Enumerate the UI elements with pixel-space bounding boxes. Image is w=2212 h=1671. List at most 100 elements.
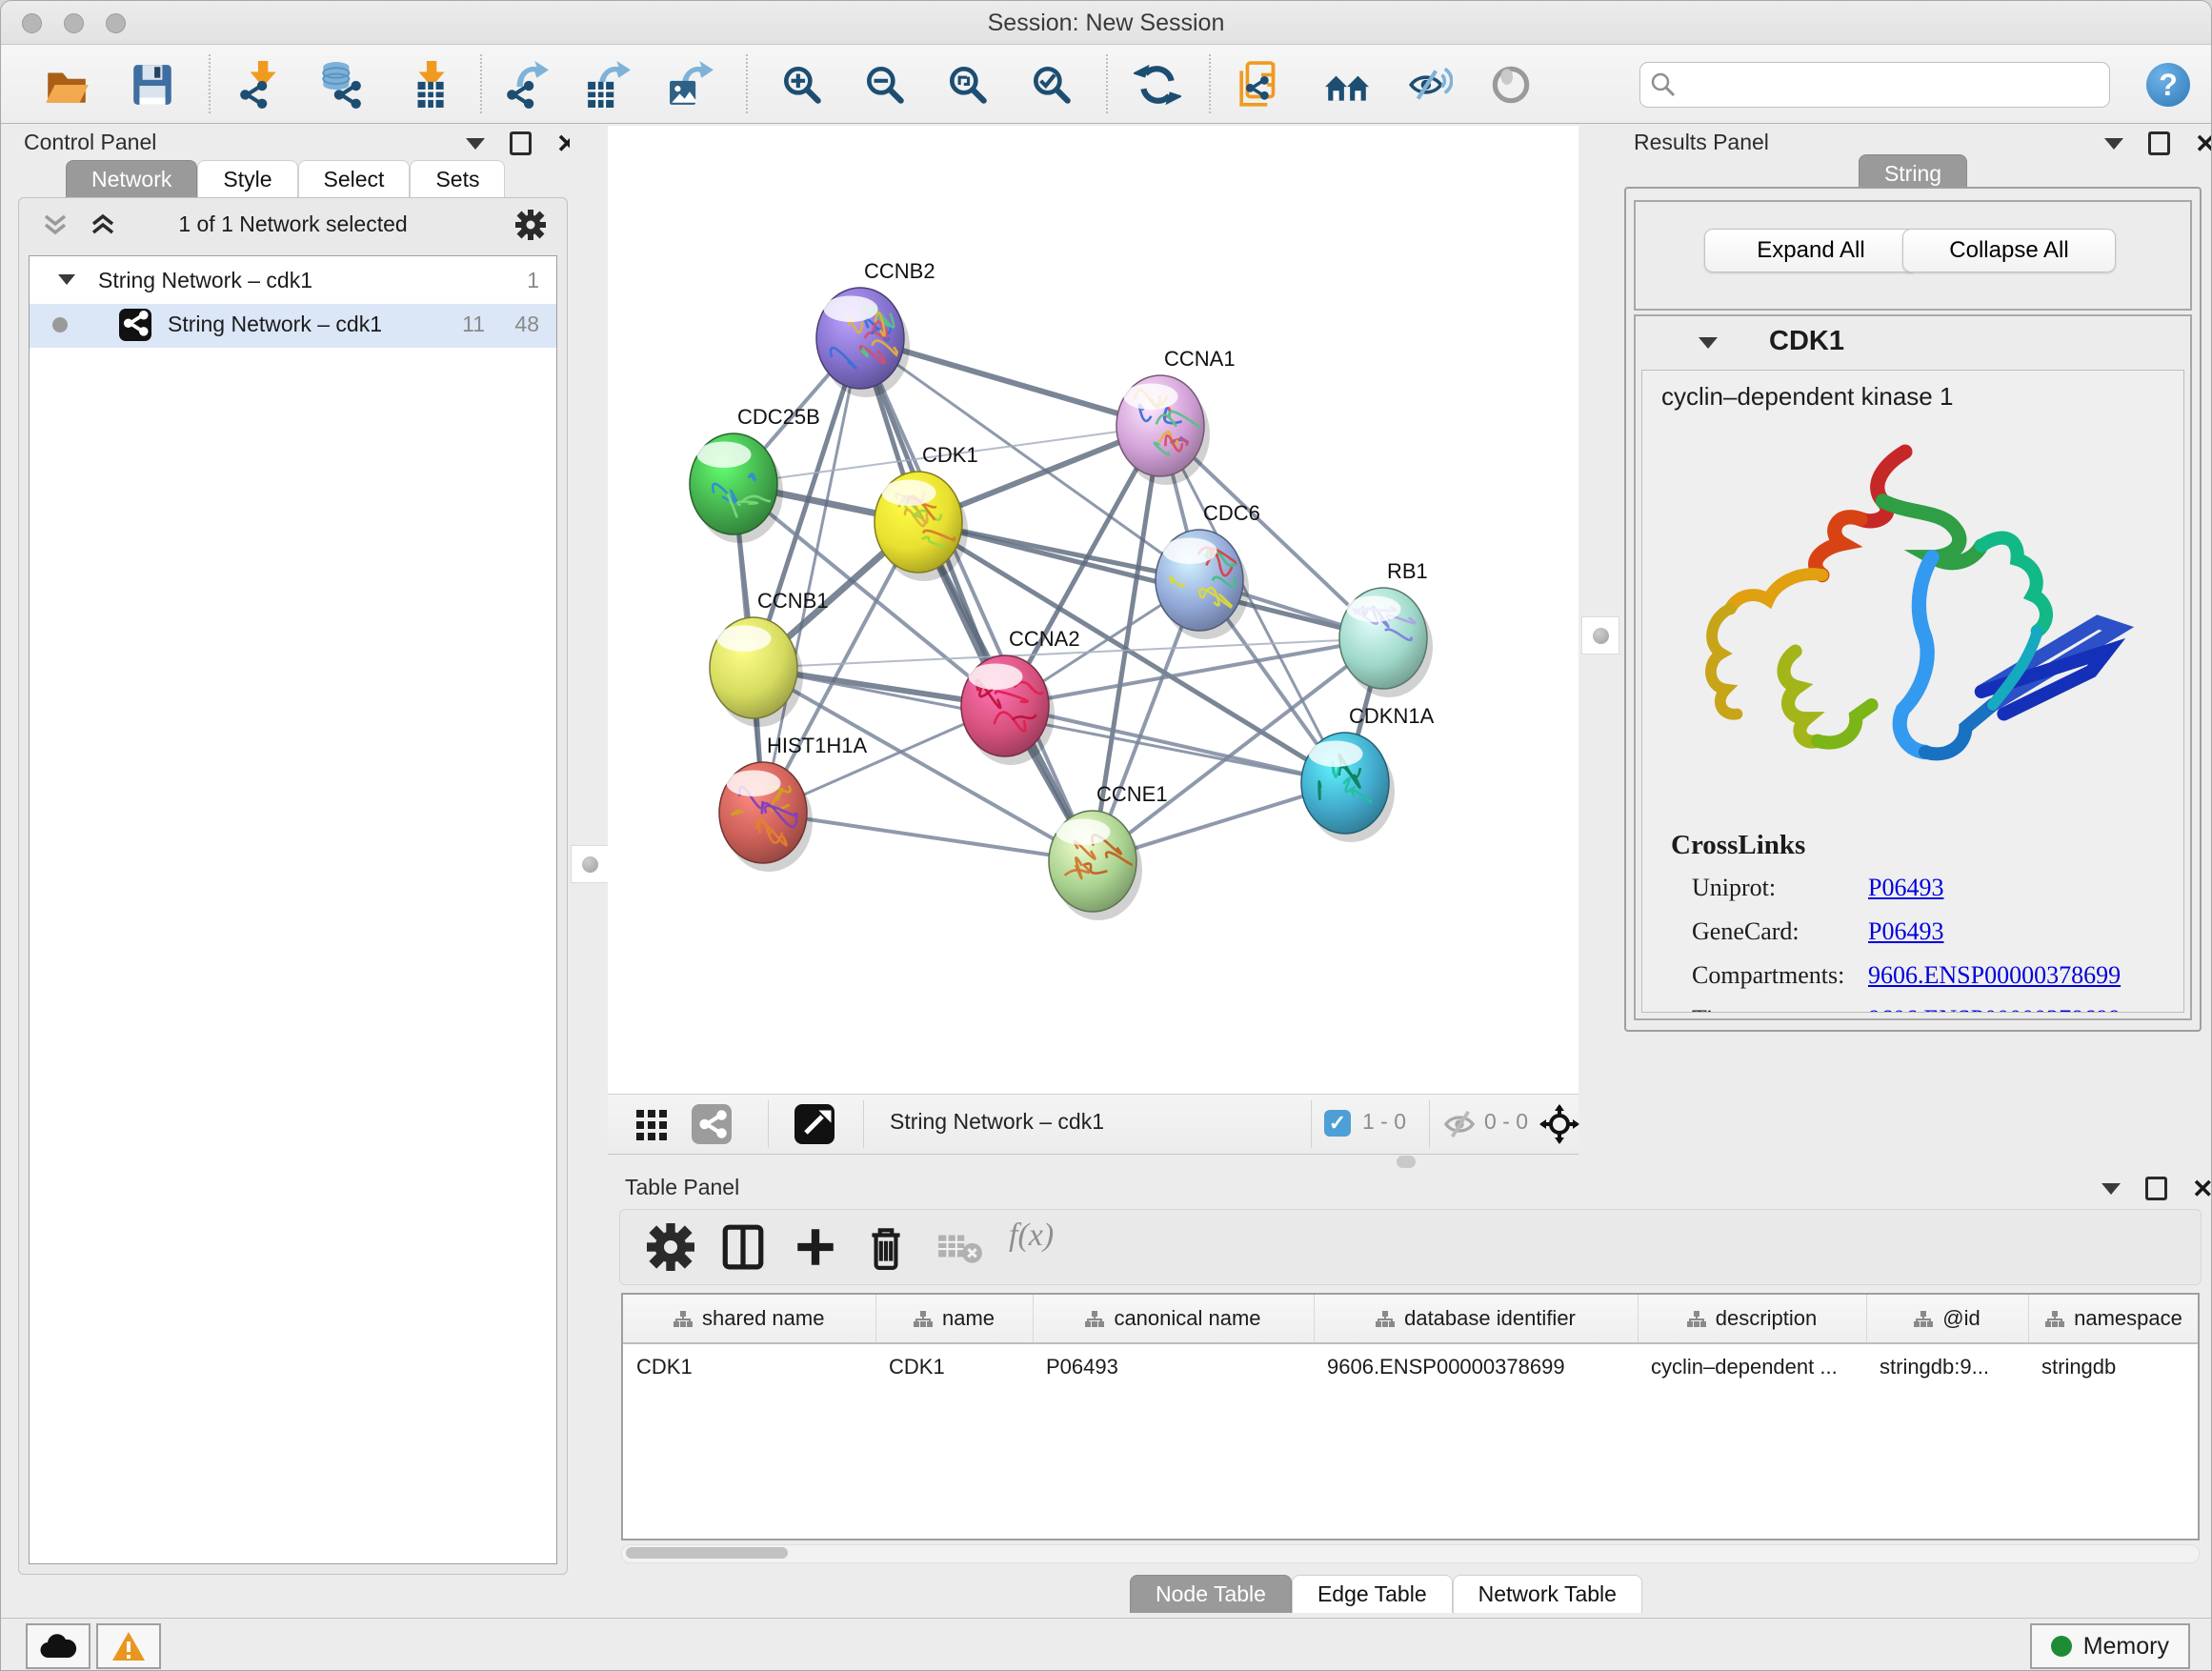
float-panel-icon[interactable]	[2104, 138, 2123, 150]
column-header-shared-name[interactable]: shared name	[623, 1295, 875, 1343]
grid-view-icon[interactable]	[634, 1108, 669, 1142]
table-row[interactable]: CDK1CDK1P064939606.ENSP00000378699cyclin…	[623, 1343, 2200, 1390]
close-panel-icon[interactable]: ✕	[2192, 1179, 2212, 1198]
gene-description: cyclin–dependent kinase 1	[1661, 382, 1953, 412]
edge-CCNA2-CDKN1A[interactable]	[1005, 706, 1345, 783]
right-splitter-handle[interactable]	[1581, 616, 1619, 654]
table-hscrollbar[interactable]	[621, 1544, 2200, 1563]
horizontal-splitter-handle[interactable]	[1397, 1156, 1416, 1168]
tab-network-table[interactable]: Network Table	[1453, 1575, 1642, 1613]
control-panel: Control Panel ✕ NetworkStyleSelectSets 1…	[10, 126, 568, 1575]
float-panel-icon[interactable]	[466, 138, 485, 150]
float-panel-icon[interactable]	[2101, 1183, 2121, 1195]
tab-node-table[interactable]: Node Table	[1130, 1575, 1292, 1613]
node-label: CCNE1	[1096, 782, 1168, 806]
delete-column-icon[interactable]	[862, 1223, 910, 1271]
maximize-panel-icon[interactable]	[2148, 131, 2170, 155]
title-bar: Session: New Session	[1, 1, 2211, 45]
render-detail-icon[interactable]	[1487, 61, 1535, 109]
node-RB1[interactable]: RB1	[1339, 559, 1433, 697]
zoom-selected-icon[interactable]	[1028, 61, 1076, 109]
column-header-label: description	[1716, 1306, 1817, 1330]
import-network-database-icon[interactable]	[316, 61, 364, 109]
column-header-description[interactable]: description	[1638, 1295, 1866, 1343]
open-session-icon[interactable]	[43, 61, 90, 109]
column-header-label: namespace	[2074, 1306, 2182, 1330]
node-CCNA1[interactable]: CCNA1	[1116, 347, 1236, 485]
node-label: CCNA1	[1164, 347, 1236, 371]
column-header-@id[interactable]: @id	[1866, 1295, 2028, 1343]
cloud-status-button[interactable]	[26, 1623, 90, 1669]
tab-select[interactable]: Select	[298, 160, 411, 198]
help-icon[interactable]: ?	[2146, 63, 2190, 107]
network-collection-row[interactable]: String Network – cdk1 1	[30, 260, 556, 304]
column-header-canonical-name[interactable]: canonical name	[1033, 1295, 1314, 1343]
node-label: CDC25B	[737, 405, 820, 429]
column-header-database-identifier[interactable]: database identifier	[1314, 1295, 1638, 1343]
tab-sets[interactable]: Sets	[410, 160, 505, 198]
node-CDK1[interactable]: CDK1	[875, 443, 978, 581]
node-CCNB1[interactable]: CCNB1	[710, 589, 829, 727]
open-in-browser-icon[interactable]	[794, 1104, 835, 1144]
hide-graphics-details-icon[interactable]	[1405, 61, 1453, 109]
expand-all-button[interactable]: Expand All	[1704, 229, 1918, 272]
zoom-out-icon[interactable]	[861, 61, 909, 109]
refresh-icon[interactable]	[1134, 61, 1181, 109]
snapshot-icon[interactable]	[1237, 61, 1285, 109]
zoom-fit-icon[interactable]	[944, 61, 992, 109]
network-options-gear-icon[interactable]	[515, 210, 546, 240]
search-field[interactable]	[1639, 62, 2110, 108]
collapse-gene-icon[interactable]	[1699, 337, 1718, 349]
hidden-items-icon	[1442, 1110, 1477, 1138]
show-columns-icon[interactable]	[719, 1223, 767, 1271]
hidden-counts: 0 - 0	[1484, 1109, 1528, 1135]
zoom-in-icon[interactable]	[778, 61, 826, 109]
tab-edge-table[interactable]: Edge Table	[1292, 1575, 1453, 1613]
network-canvas[interactable]: CCNB2CCNA1CDC25BCDK1CDC6RB1CCNB1CCNA2CDK…	[608, 126, 1579, 1094]
edge-CDK1-RB1[interactable]	[918, 522, 1383, 638]
crosslink-value-link[interactable]: 9606.ENSP00000378699	[1868, 961, 2121, 990]
column-header-namespace[interactable]: namespace	[2028, 1295, 2200, 1343]
show-all-networks-icon[interactable]	[1323, 61, 1371, 109]
crosslink-value-link[interactable]: P06493	[1868, 917, 1943, 946]
search-input[interactable]	[1682, 67, 2096, 101]
selected-nodes-checkbox[interactable]: ✓	[1324, 1110, 1351, 1137]
warnings-button[interactable]	[96, 1623, 161, 1669]
crosslink-value-link[interactable]: P06493	[1868, 874, 1943, 902]
delete-table-icon	[936, 1223, 984, 1271]
left-splitter-handle[interactable]	[571, 845, 609, 883]
edge-CCNB2-CCNE1[interactable]	[860, 338, 1093, 861]
save-session-icon[interactable]	[129, 61, 176, 109]
export-image-icon[interactable]	[668, 61, 715, 109]
node-table[interactable]: shared namenamecanonical namedatabase id…	[621, 1293, 2200, 1540]
node-CCNB2[interactable]: CCNB2	[816, 259, 935, 397]
memory-button[interactable]: Memory	[2030, 1623, 2190, 1669]
network-tab-body: 1 of 1 Network selected String Network –…	[18, 197, 568, 1575]
import-network-file-icon[interactable]	[236, 61, 284, 109]
table-options-gear-icon[interactable]	[647, 1223, 694, 1271]
node-CDKN1A[interactable]: CDKN1A	[1301, 704, 1435, 842]
crosslink-row: GeneCard:P06493	[1692, 917, 2164, 961]
export-network-icon[interactable]	[503, 61, 551, 109]
table-cell: stringdb	[2028, 1343, 2200, 1390]
table-hscroll-thumb[interactable]	[626, 1547, 788, 1559]
column-header-name[interactable]: name	[875, 1295, 1033, 1343]
close-panel-icon[interactable]: ✕	[2195, 134, 2212, 153]
node-HIST1H1A[interactable]: HIST1H1A	[719, 734, 867, 872]
import-table-file-icon[interactable]	[405, 61, 452, 109]
maximize-panel-icon[interactable]	[2145, 1177, 2167, 1200]
network-row[interactable]: String Network – cdk1 11 48	[30, 304, 556, 348]
node-label: RB1	[1387, 559, 1428, 583]
crosslinks-list: Uniprot:P06493GeneCard:P06493Compartment…	[1692, 874, 2164, 1013]
maximize-panel-icon[interactable]	[510, 131, 532, 155]
export-table-icon[interactable]	[585, 61, 633, 109]
crosslink-row: Compartments:9606.ENSP00000378699	[1692, 961, 2164, 1005]
add-column-icon[interactable]	[792, 1223, 839, 1271]
collapse-all-button[interactable]: Collapse All	[1902, 229, 2116, 272]
tab-network[interactable]: Network	[66, 160, 197, 198]
network-badge-icon[interactable]	[692, 1104, 732, 1144]
birds-eye-icon[interactable]	[1539, 1104, 1579, 1144]
tab-style[interactable]: Style	[197, 160, 297, 198]
node-CDC6[interactable]: CDC6	[1156, 501, 1260, 639]
crosslink-value-link[interactable]: 9606.ENSP00000378699	[1868, 1005, 2121, 1013]
